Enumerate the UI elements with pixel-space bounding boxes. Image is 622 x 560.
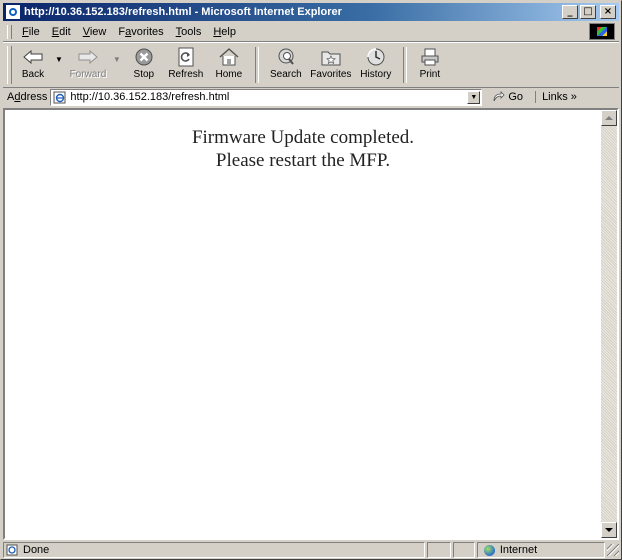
search-label: Search	[270, 69, 302, 80]
print-label: Print	[419, 69, 441, 80]
back-label: Back	[21, 69, 45, 80]
menu-file[interactable]: File	[16, 26, 46, 38]
zone-label: Internet	[499, 544, 538, 556]
page-done-icon	[6, 544, 19, 556]
menu-bar: File Edit View Favorites Tools Help	[3, 22, 619, 42]
status-empty-pane	[427, 542, 452, 558]
history-button[interactable]: History	[355, 43, 397, 83]
back-dropdown-icon[interactable]: ▼	[51, 55, 67, 64]
back-button[interactable]: Back	[15, 43, 51, 83]
address-url: http://10.36.152.183/refresh.html	[70, 91, 230, 103]
maximize-button[interactable]: □	[580, 5, 596, 19]
history-label: History	[360, 69, 392, 80]
home-icon	[217, 46, 241, 68]
toolbar-grip[interactable]	[7, 46, 12, 84]
page-viewport: Firmware Update completed. Please restar…	[3, 108, 619, 540]
title-bar[interactable]: http://10.36.152.183/refresh.html - Micr…	[3, 3, 619, 21]
favorites-label: Favorites	[310, 69, 352, 80]
close-button[interactable]: ×	[600, 5, 616, 19]
favorites-button[interactable]: Favorites	[307, 43, 355, 83]
history-icon	[364, 46, 388, 68]
windows-logo-icon	[589, 23, 615, 40]
menu-help[interactable]: Help	[207, 26, 242, 38]
resize-grip[interactable]	[607, 544, 619, 556]
globe-icon	[483, 544, 495, 556]
minimize-button[interactable]: _	[562, 5, 578, 19]
toolbar-separator	[254, 47, 259, 83]
scroll-down-button[interactable]	[601, 522, 617, 538]
refresh-icon	[174, 46, 198, 68]
address-bar: Address http://10.36.152.183/refresh.htm…	[3, 87, 619, 107]
page-icon	[53, 91, 67, 104]
forward-label: Forward	[69, 69, 107, 80]
refresh-button[interactable]: Refresh	[163, 43, 209, 83]
forward-dropdown-icon[interactable]: ▼	[109, 55, 125, 64]
status-empty-pane	[453, 542, 475, 558]
printer-icon	[418, 46, 442, 68]
up-arrow-icon	[605, 116, 613, 120]
home-label: Home	[215, 69, 243, 80]
refresh-label: Refresh	[168, 69, 204, 80]
search-icon	[274, 46, 298, 68]
menu-edit[interactable]: Edit	[46, 26, 77, 38]
address-label: Address	[7, 91, 48, 103]
back-arrow-icon	[21, 46, 45, 68]
browser-window: http://10.36.152.183/refresh.html - Micr…	[0, 0, 622, 560]
go-button[interactable]: Go	[492, 91, 523, 103]
favorites-icon	[319, 46, 343, 68]
standard-toolbar: Back ▼ Forward ▼ Stop Refresh Home Searc…	[3, 42, 619, 88]
menu-tools[interactable]: Tools	[170, 26, 208, 38]
home-button[interactable]: Home	[209, 43, 249, 83]
page-content: Firmware Update completed. Please restar…	[5, 126, 601, 172]
search-button[interactable]: Search	[265, 43, 307, 83]
stop-label: Stop	[133, 69, 155, 80]
toolbar-separator	[402, 47, 407, 83]
status-bar: Done Internet	[3, 541, 619, 559]
address-dropdown-icon[interactable]: ▼	[467, 90, 481, 104]
down-arrow-icon	[605, 528, 613, 532]
status-pane: Done	[3, 542, 426, 558]
address-input[interactable]: http://10.36.152.183/refresh.html ▼	[50, 88, 483, 106]
status-text: Done	[23, 544, 50, 556]
forward-button[interactable]: Forward	[67, 43, 109, 83]
menubar-grip[interactable]	[7, 24, 12, 39]
stop-icon	[132, 46, 156, 68]
go-label: Go	[508, 91, 524, 103]
window-title: http://10.36.152.183/refresh.html - Micr…	[24, 6, 342, 18]
stop-button[interactable]: Stop	[125, 43, 163, 83]
vertical-scrollbar[interactable]	[601, 110, 617, 538]
restart-message: Please restart the MFP.	[215, 150, 391, 171]
print-button[interactable]: Print	[413, 43, 447, 83]
go-arrow-icon	[493, 91, 505, 102]
menu-view[interactable]: View	[77, 26, 113, 38]
menu-favorites[interactable]: Favorites	[112, 26, 169, 38]
ie-app-icon[interactable]	[6, 5, 20, 19]
security-zone-pane: Internet	[476, 542, 606, 558]
firmware-message: Firmware Update completed.	[191, 127, 415, 148]
links-button[interactable]: Links »	[535, 91, 577, 103]
scroll-up-button[interactable]	[601, 110, 617, 126]
forward-arrow-icon	[76, 46, 100, 68]
